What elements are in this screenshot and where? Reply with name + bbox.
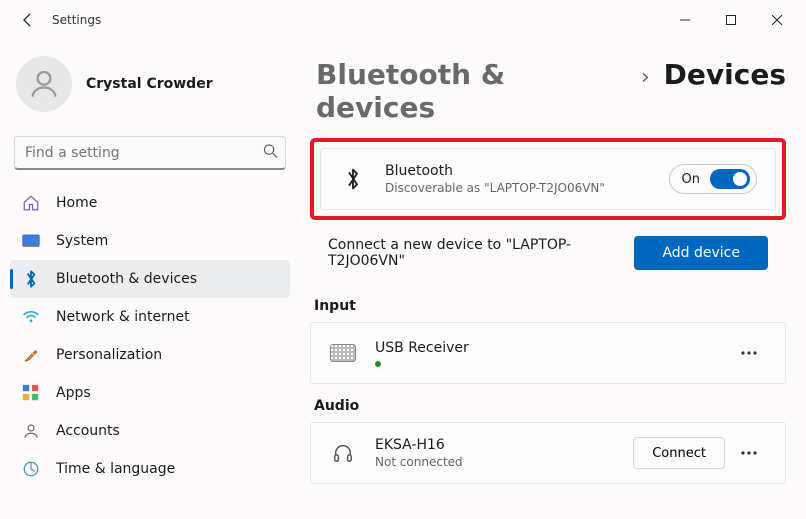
maximize-button[interactable] xyxy=(708,4,754,36)
nav-item-home[interactable]: Home xyxy=(10,184,290,222)
back-button[interactable] xyxy=(12,4,44,36)
nav-item-system[interactable]: System xyxy=(10,222,290,260)
profile-name: Crystal Crowder xyxy=(86,76,213,92)
more-horizontal-icon xyxy=(741,351,757,355)
input-device-name: USB Receiver xyxy=(375,340,731,356)
wifi-icon xyxy=(20,306,42,328)
breadcrumb: Bluetooth & devices › Devices xyxy=(316,58,786,124)
audio-device-name: EKSA-H16 xyxy=(375,437,633,453)
nav-item-bluetooth-devices[interactable]: Bluetooth & devices xyxy=(10,260,290,298)
headphones-icon xyxy=(329,442,357,464)
section-audio-label: Audio xyxy=(314,398,786,414)
apps-icon xyxy=(20,382,42,404)
nav-label: Bluetooth & devices xyxy=(56,271,197,287)
annotation-highlight: Bluetooth Discoverable as "LAPTOP-T2JO06… xyxy=(310,138,786,220)
paintbrush-icon xyxy=(20,344,42,366)
nav-item-network[interactable]: Network & internet xyxy=(10,298,290,336)
bluetooth-toggle[interactable]: On xyxy=(669,164,757,194)
search-field[interactable] xyxy=(14,136,286,170)
status-dot-icon xyxy=(375,361,381,367)
toggle-label: On xyxy=(682,172,700,187)
add-device-button[interactable]: Add device xyxy=(634,236,768,270)
nav-item-time-language[interactable]: Time & language xyxy=(10,450,290,488)
nav-label: Accounts xyxy=(56,423,120,439)
connect-row: Connect a new device to "LAPTOP-T2JO06VN… xyxy=(310,230,786,284)
accounts-icon xyxy=(20,420,42,442)
connect-text: Connect a new device to "LAPTOP-T2JO06VN… xyxy=(328,237,618,269)
home-icon xyxy=(20,192,42,214)
nav-label: Personalization xyxy=(56,347,162,363)
more-options-button[interactable] xyxy=(731,437,767,469)
input-device-card[interactable]: USB Receiver xyxy=(310,322,786,384)
more-options-button[interactable] xyxy=(731,337,767,369)
bluetooth-icon xyxy=(339,167,367,191)
close-icon xyxy=(772,15,782,25)
bluetooth-subtitle: Discoverable as "LAPTOP-T2JO06VN" xyxy=(385,181,669,195)
app-title: Settings xyxy=(52,13,101,27)
nav-item-accounts[interactable]: Accounts xyxy=(10,412,290,450)
person-icon xyxy=(27,67,61,101)
nav-label: Time & language xyxy=(56,461,175,477)
sidebar: Crystal Crowder Home System Bluetooth & … xyxy=(0,40,300,519)
connect-button[interactable]: Connect xyxy=(633,437,725,469)
close-button[interactable] xyxy=(754,4,800,36)
search-input[interactable] xyxy=(14,136,286,170)
nav-label: Apps xyxy=(56,385,91,401)
profile-block[interactable]: Crystal Crowder xyxy=(10,50,290,132)
system-icon xyxy=(20,230,42,252)
section-input-label: Input xyxy=(314,298,786,314)
bluetooth-card: Bluetooth Discoverable as "LAPTOP-T2JO06… xyxy=(320,148,776,210)
bluetooth-icon xyxy=(20,268,42,290)
more-horizontal-icon xyxy=(741,451,757,455)
titlebar: Settings xyxy=(0,0,806,40)
maximize-icon xyxy=(726,15,736,25)
audio-device-card[interactable]: EKSA-H16 Not connected Connect xyxy=(310,422,786,484)
back-arrow-icon xyxy=(20,12,36,28)
breadcrumb-current: Devices xyxy=(664,58,786,91)
keyboard-icon xyxy=(329,344,357,362)
minimize-icon xyxy=(680,15,690,25)
window-controls xyxy=(662,4,800,36)
chevron-right-icon: › xyxy=(641,65,650,90)
avatar xyxy=(16,56,72,112)
minimize-button[interactable] xyxy=(662,4,708,36)
nav-item-apps[interactable]: Apps xyxy=(10,374,290,412)
bluetooth-title: Bluetooth xyxy=(385,163,669,179)
main-panel: Bluetooth & devices › Devices Bluetooth … xyxy=(300,40,806,519)
nav-label: Network & internet xyxy=(56,309,190,325)
toggle-switch-icon xyxy=(710,169,750,189)
audio-device-status: Not connected xyxy=(375,455,633,469)
nav-label: Home xyxy=(56,195,97,211)
clock-globe-icon xyxy=(20,458,42,480)
nav-label: System xyxy=(56,233,108,249)
breadcrumb-parent[interactable]: Bluetooth & devices xyxy=(316,58,627,124)
nav-item-personalization[interactable]: Personalization xyxy=(10,336,290,374)
